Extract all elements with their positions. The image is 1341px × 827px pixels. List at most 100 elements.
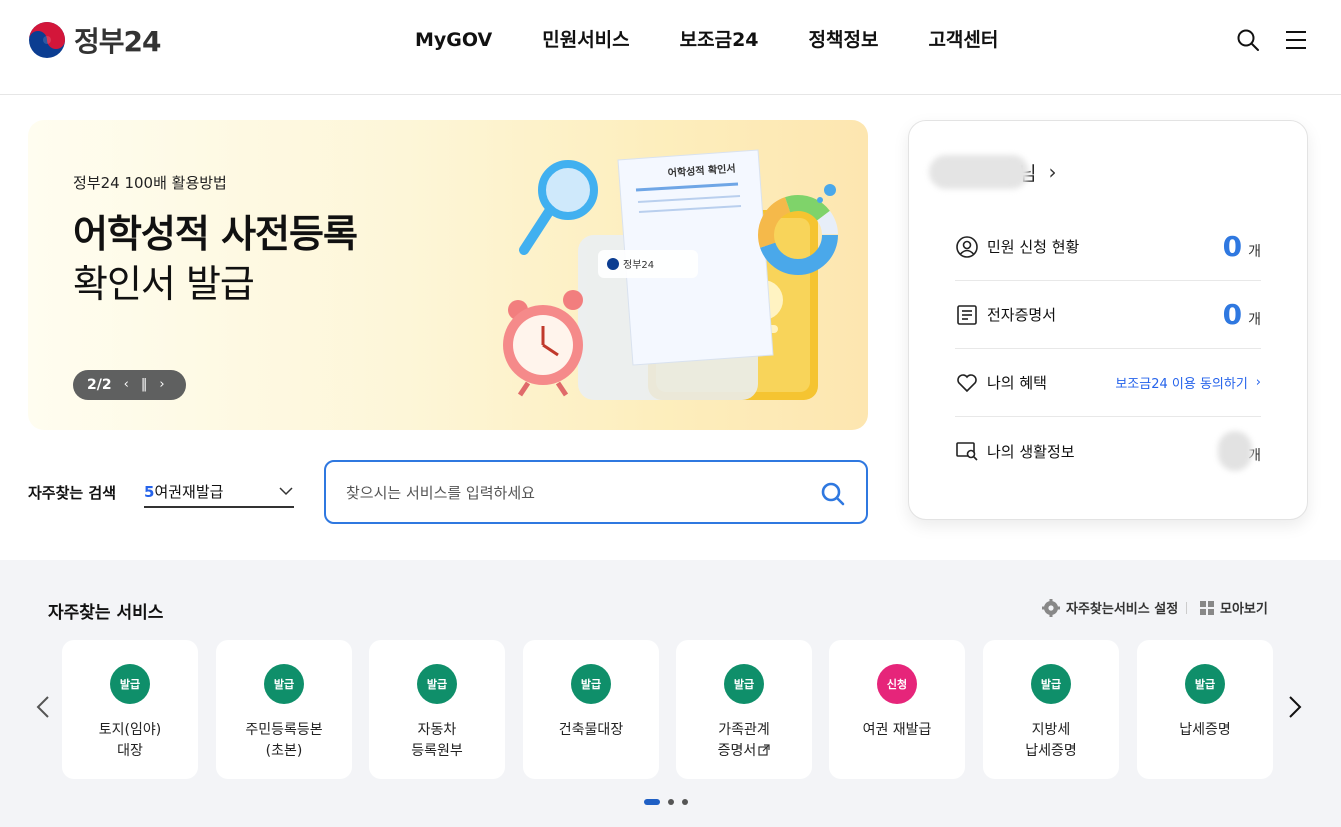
chevron-right-icon: ›: [1255, 375, 1261, 390]
banner-illustration: 어학성적 확인서 정부24: [503, 149, 838, 400]
view-all-button[interactable]: 모아보기: [1200, 598, 1268, 617]
row-count: 0: [1222, 230, 1243, 263]
nav-item-policy-info[interactable]: 정책정보: [784, 28, 904, 52]
issue-badge: 발급: [417, 664, 457, 704]
label-line2: 증명서: [717, 743, 757, 759]
hamburger-menu-icon[interactable]: [1284, 28, 1308, 52]
civil-request-status-row[interactable]: 민원 신청 현황 0 개: [955, 213, 1261, 281]
favorite-search-selected: 5여권재발급: [144, 481, 223, 502]
main-nav: MyGOV 민원서비스 보조금24 정책정보 고객센터: [390, 28, 1023, 52]
service-card-vehicle-register[interactable]: 발급 자동차 등록원부: [369, 640, 505, 779]
label-line1: 자동차: [417, 722, 457, 738]
document-brand: 정부24: [623, 259, 654, 271]
carousel-next-icon[interactable]: [1282, 695, 1306, 719]
service-card-resident-register[interactable]: 발급 주민등록등본 (초본): [216, 640, 352, 779]
carousel-prev-icon[interactable]: [32, 695, 56, 719]
monitor-search-icon: [956, 442, 978, 461]
prev-slide-icon[interactable]: ‹: [124, 370, 129, 400]
label-line1: 건축물대장: [558, 722, 624, 738]
setting-label: 자주찾는서비스 설정: [1066, 602, 1179, 617]
row-unit: 개: [1248, 243, 1261, 260]
service-card-family-certificate[interactable]: 발급 가족관계 증명서: [676, 640, 812, 779]
row-label: 전자증명서: [987, 306, 1057, 324]
issue-badge: 발급: [1185, 664, 1225, 704]
search-icon[interactable]: [1236, 28, 1260, 52]
nav-item-civil-service[interactable]: 민원서비스: [517, 28, 654, 52]
nav-item-mygov[interactable]: MyGOV: [390, 28, 517, 52]
user-circle-icon: [956, 235, 978, 258]
site-header: 정부24 MyGOV 민원서비스 보조금24 정책정보 고객센터: [0, 0, 1341, 95]
banner-controls: 2/2 ‹ ‖ ›: [73, 370, 186, 400]
banner-counter: 2/2: [87, 377, 112, 393]
label-line2: 대장: [117, 743, 143, 759]
carousel-pagination: [644, 799, 688, 805]
banner-eyebrow: 정부24 100배 활용방법: [73, 174, 227, 192]
search-submit-icon[interactable]: [820, 481, 846, 507]
issue-badge: 발급: [110, 664, 150, 704]
pagination-dot-1[interactable]: [644, 799, 660, 805]
nav-item-subsidy24[interactable]: 보조금24: [655, 28, 784, 52]
label-line1: 납세증명: [1179, 722, 1231, 738]
frequent-services-title: 자주찾는 서비스: [48, 603, 164, 623]
life-info-row[interactable]: 나의 생활정보 개: [955, 417, 1261, 485]
e-certificate-row[interactable]: 전자증명서 0 개: [955, 281, 1261, 349]
apply-badge: 신청: [877, 664, 917, 704]
label-line2: 납세증명: [1025, 743, 1077, 759]
service-card-tax-certificate[interactable]: 발급 납세증명: [1137, 640, 1273, 779]
issue-badge: 발급: [1031, 664, 1071, 704]
view-all-label: 모아보기: [1220, 602, 1268, 617]
user-name-redacted: [929, 155, 1029, 189]
label-line2: (초본): [265, 743, 303, 759]
service-card-label: 건축물대장: [523, 720, 659, 741]
service-card-label: 여권 재발급: [829, 720, 965, 741]
document-icon: [957, 304, 977, 325]
label-line1: 토지(임야): [98, 722, 162, 738]
row-label: 민원 신청 현황: [987, 238, 1080, 256]
service-card-label: 지방세납세증명: [983, 720, 1119, 762]
heart-icon: [957, 373, 977, 392]
pagination-dot-3[interactable]: [682, 799, 688, 805]
promo-banner[interactable]: 정부24 100배 활용방법 어학성적 사전등록 확인서 발급 2/2 ‹ ‖ …: [28, 120, 868, 430]
service-card-label: 토지(임야) 대장: [62, 720, 198, 762]
label-line1: 가족관계: [718, 722, 770, 738]
service-card-building-register[interactable]: 발급 건축물대장: [523, 640, 659, 779]
label-line1: 지방세: [1031, 722, 1071, 738]
service-card-label: 주민등록등본 (초본): [216, 720, 352, 762]
label-line1: 주민등록등본: [245, 722, 323, 738]
nav-item-customer-center[interactable]: 고객센터: [903, 28, 1023, 52]
life-info-count-redacted: [1218, 431, 1253, 471]
divider: [1186, 602, 1187, 614]
frequent-services-setting-button[interactable]: 자주찾는서비스 설정: [1042, 598, 1178, 617]
favorite-search-label: 자주찾는 검색: [28, 484, 117, 502]
favorite-search-dropdown[interactable]: 5여권재발급: [144, 476, 294, 508]
label-line1: 여권 재발급: [862, 722, 932, 738]
chevron-down-icon: [279, 487, 293, 496]
subsidy-consent-link[interactable]: 보조금24 이용 동의하기: [1115, 373, 1247, 392]
service-search-box: [324, 460, 868, 524]
favorite-search-rank: 5: [144, 482, 155, 501]
service-card-passport-reissue[interactable]: 신청 여권 재발급: [829, 640, 965, 779]
my-benefits-row[interactable]: 나의 혜택 보조금24 이용 동의하기 ›: [955, 349, 1261, 417]
frequent-services-section: 자주찾는 서비스 자주찾는서비스 설정 모아보기 발급 토지(임야) 대장 발급 …: [0, 560, 1341, 827]
user-panel: 님 › 민원 신청 현황 0 개 전자증명서 0 개 나의 혜택 보조금24 이…: [908, 120, 1308, 520]
user-name-link[interactable]: 님 ›: [929, 155, 1056, 189]
pause-icon[interactable]: ‖: [141, 370, 148, 400]
taegeuk-logo-icon: [29, 22, 65, 58]
chevron-right-icon: ›: [1048, 160, 1057, 184]
service-card-label: 납세증명: [1137, 720, 1273, 741]
external-link-icon: [758, 744, 770, 756]
row-unit: 개: [1248, 311, 1261, 328]
banner-subtitle: 확인서 발급: [73, 262, 255, 306]
service-card-land-register[interactable]: 발급 토지(임야) 대장: [62, 640, 198, 779]
logo[interactable]: 정부24: [28, 20, 161, 60]
grid-icon: [1200, 600, 1214, 615]
next-slide-icon[interactable]: ›: [159, 370, 164, 400]
row-count: 0: [1222, 298, 1243, 331]
pagination-dot-2[interactable]: [668, 799, 674, 805]
row-label: 나의 혜택: [987, 374, 1047, 392]
service-search-input[interactable]: [346, 480, 806, 506]
service-card-label: 자동차 등록원부: [369, 720, 505, 762]
issue-badge: 발급: [571, 664, 611, 704]
service-card-local-tax-certificate[interactable]: 발급 지방세납세증명: [983, 640, 1119, 779]
banner-title: 어학성적 사전등록: [73, 212, 358, 256]
